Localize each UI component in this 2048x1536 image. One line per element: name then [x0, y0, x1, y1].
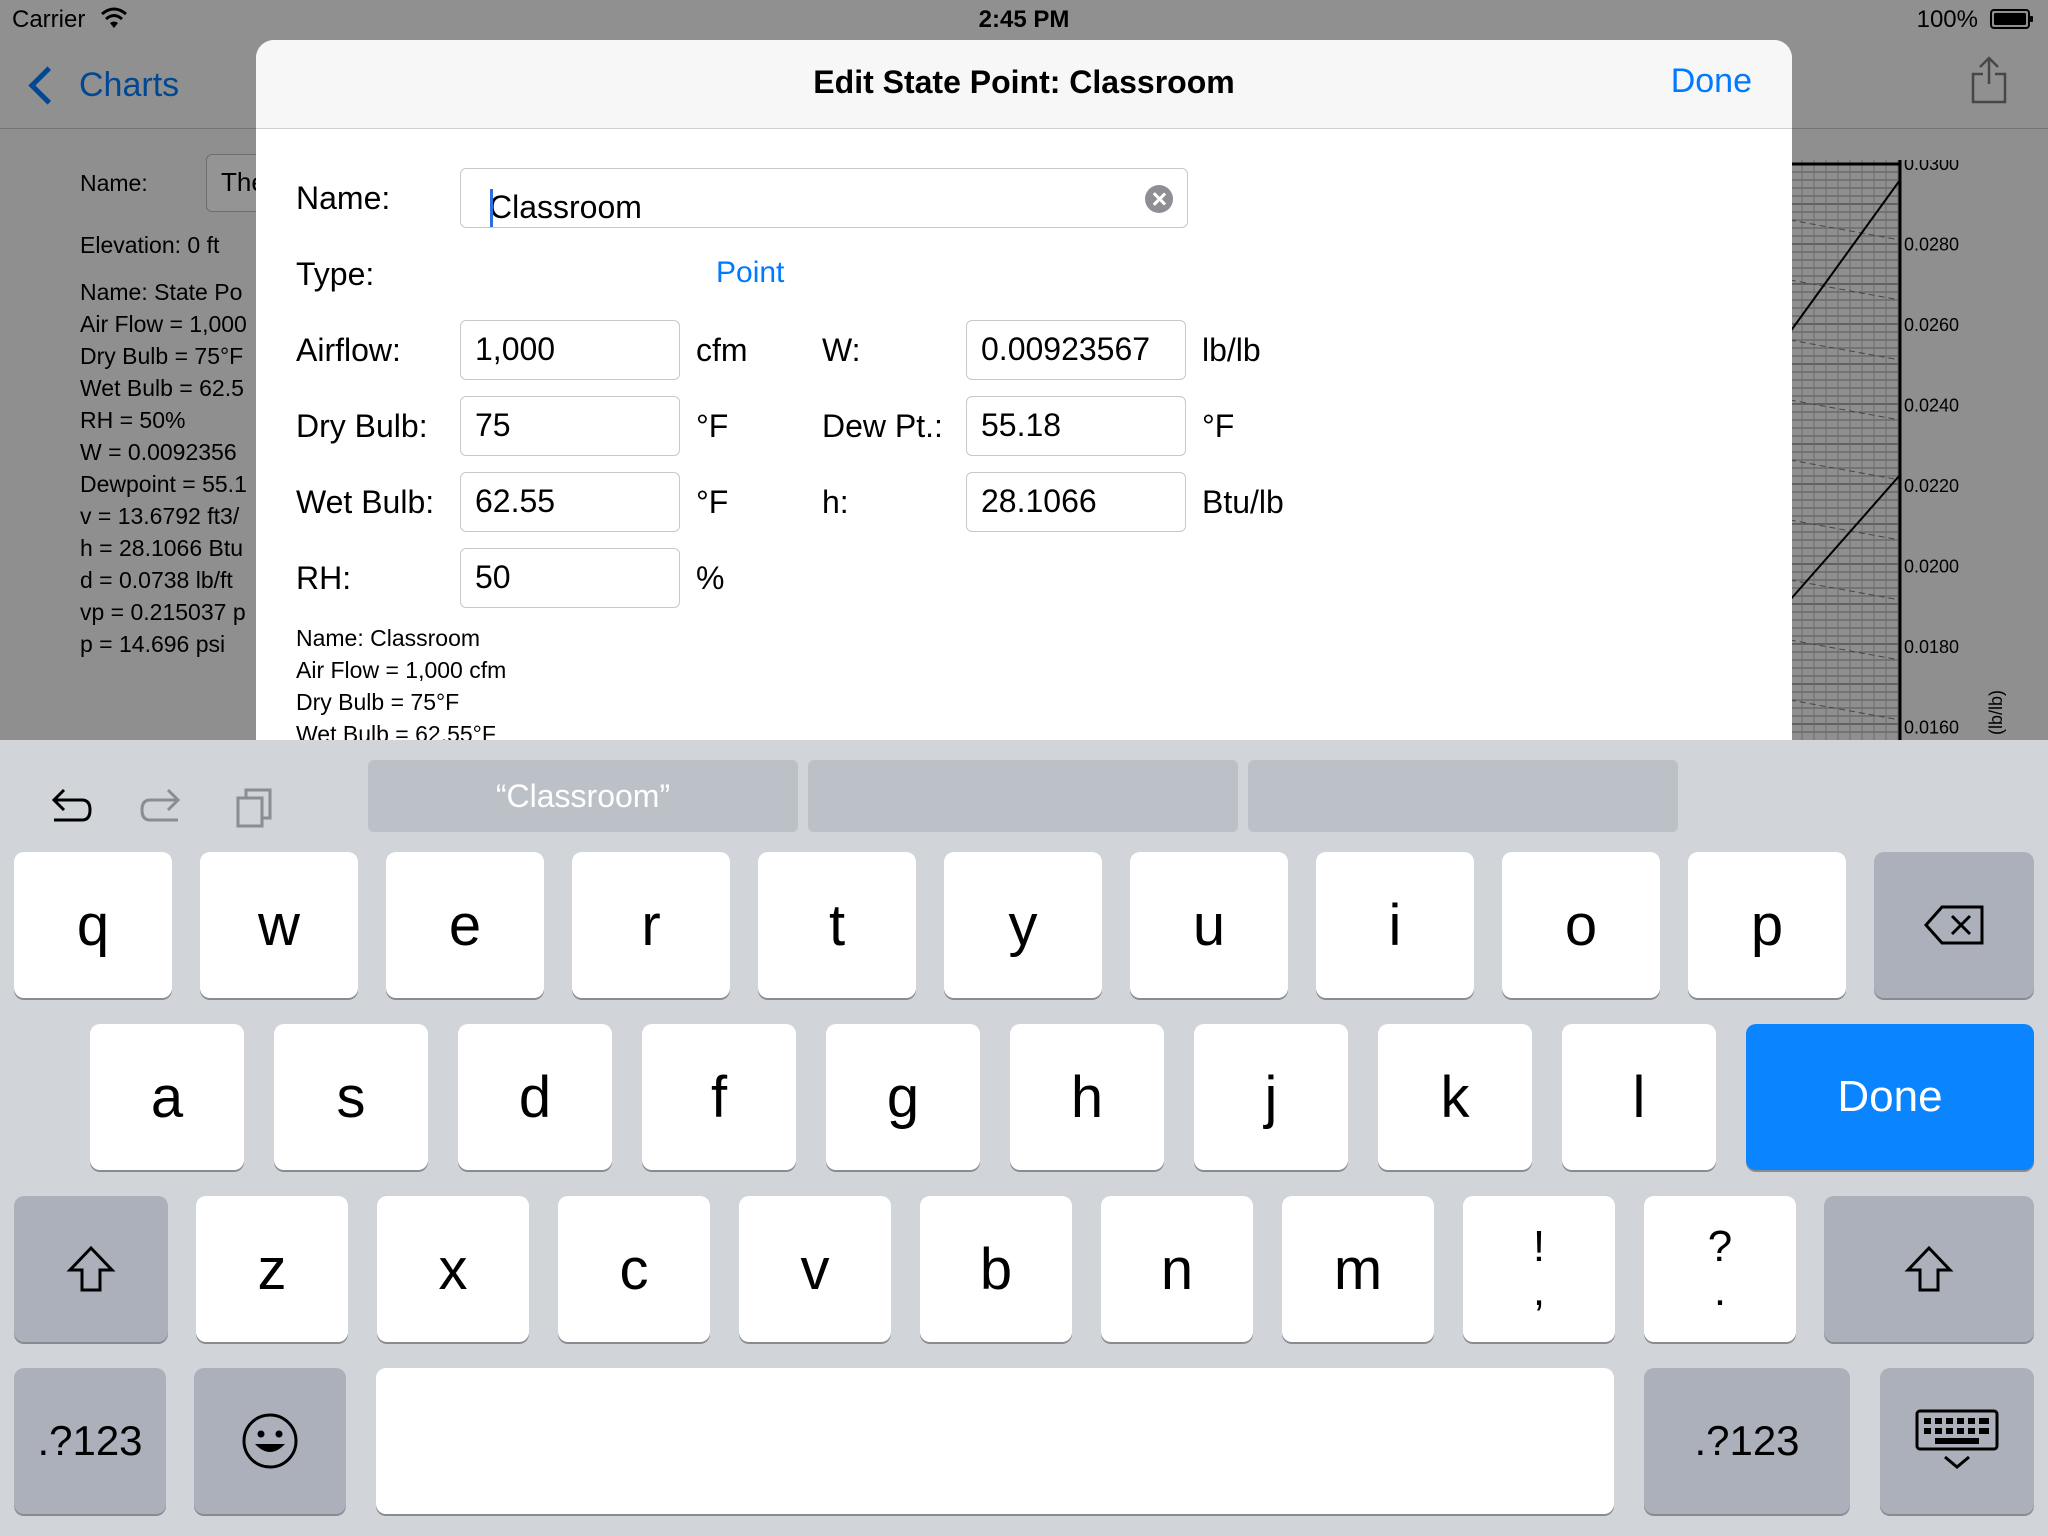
w-input[interactable]: 0.00923567: [966, 320, 1186, 380]
enthalpy-unit: Btu/lb: [1202, 484, 1284, 520]
name-input[interactable]: Classroom: [460, 168, 1188, 228]
space-bar[interactable]: [376, 1368, 1614, 1514]
w-unit: lb/lb: [1202, 332, 1261, 368]
key-row3-1[interactable]: x: [377, 1196, 529, 1342]
key-row3-0[interactable]: z: [196, 1196, 348, 1342]
text-cursor: [490, 189, 493, 227]
key-row2-3[interactable]: f: [642, 1024, 796, 1170]
key-row2-2[interactable]: d: [458, 1024, 612, 1170]
wet-bulb-unit: °F: [696, 484, 729, 520]
shift-icon: [66, 1245, 116, 1292]
dry-bulb-input[interactable]: 75: [460, 396, 680, 456]
key-row3-7[interactable]: ! ,: [1463, 1196, 1615, 1342]
summary-line: Wet Bulb = 62.55°F: [296, 721, 496, 740]
key-row2-8[interactable]: l: [1562, 1024, 1716, 1170]
dew-point-unit: °F: [1202, 408, 1235, 444]
modal-header: Edit State Point: Classroom Done: [256, 40, 1792, 129]
rh-unit: %: [696, 560, 725, 596]
key-row2-6[interactable]: j: [1194, 1024, 1348, 1170]
hide-keyboard-key[interactable]: [1880, 1368, 2034, 1514]
type-label: Type:: [296, 256, 375, 292]
key-row2-0[interactable]: a: [90, 1024, 244, 1170]
summary-line: Air Flow = 1,000 cfm: [296, 657, 507, 683]
keyboard-done-key[interactable]: Done: [1746, 1024, 2034, 1170]
enthalpy-input[interactable]: 28.1066: [966, 472, 1186, 532]
dry-bulb-unit: °F: [696, 408, 729, 444]
key-row1-1[interactable]: w: [200, 852, 358, 998]
key-row3-5[interactable]: n: [1101, 1196, 1253, 1342]
modal-done-button[interactable]: Done: [1671, 62, 1752, 101]
clear-text-icon[interactable]: [1145, 185, 1173, 213]
summary-line: Name: Classroom: [296, 625, 481, 651]
keyboard-dismiss-icon: [1915, 1409, 1999, 1469]
enthalpy-label: h:: [822, 484, 849, 520]
key-row1-2[interactable]: e: [386, 852, 544, 998]
status-bar: Carrier 2:45 PM 100%: [0, 0, 2048, 40]
battery-icon: [1990, 9, 2033, 29]
dry-bulb-label: Dry Bulb:: [296, 408, 428, 444]
numbers-key-left[interactable]: .?123: [14, 1368, 166, 1514]
airflow-unit: cfm: [696, 332, 748, 368]
key-row3-6[interactable]: m: [1282, 1196, 1434, 1342]
airflow-label: Airflow:: [296, 332, 401, 368]
undo-icon[interactable]: [46, 784, 94, 832]
key-row2-7[interactable]: k: [1378, 1024, 1532, 1170]
rh-input[interactable]: 50: [460, 548, 680, 608]
key-row1-4[interactable]: t: [758, 852, 916, 998]
dew-point-label: Dew Pt.:: [822, 408, 943, 444]
key-row2-5[interactable]: h: [1010, 1024, 1164, 1170]
summary-line: Dry Bulb = 75°F: [296, 689, 460, 715]
wet-bulb-input[interactable]: 62.55: [460, 472, 680, 532]
key-row1-8[interactable]: o: [1502, 852, 1660, 998]
emoji-key[interactable]: [194, 1368, 346, 1514]
type-selector[interactable]: Point: [716, 256, 784, 290]
clock: 2:45 PM: [978, 6, 1070, 33]
airflow-input[interactable]: 1,000: [460, 320, 680, 380]
edit-state-point-modal: Edit State Point: Classroom Done Name: C…: [256, 40, 1792, 740]
name-label: Name:: [296, 180, 391, 216]
on-screen-keyboard: “Classroom” Done .?123 .?123 q w e r t y…: [0, 740, 2048, 1536]
dew-point-input[interactable]: 55.18: [966, 396, 1186, 456]
shift-icon: [1904, 1245, 1954, 1292]
numbers-key-right[interactable]: .?123: [1644, 1368, 1850, 1514]
paste-icon[interactable]: [232, 784, 280, 832]
key-row1-3[interactable]: r: [572, 852, 730, 998]
key-row1-6[interactable]: u: [1130, 852, 1288, 998]
shift-left-key[interactable]: [14, 1196, 168, 1342]
modal-title: Edit State Point: Classroom: [813, 64, 1235, 100]
suggestion-1[interactable]: “Classroom”: [368, 760, 798, 832]
key-row3-3[interactable]: v: [739, 1196, 891, 1342]
suggestion-3[interactable]: [1248, 760, 1678, 832]
key-row1-9[interactable]: p: [1688, 852, 1846, 998]
key-row2-1[interactable]: s: [274, 1024, 428, 1170]
delete-key[interactable]: [1874, 852, 2034, 998]
backspace-icon: [1923, 905, 1984, 945]
key-row1-0[interactable]: q: [14, 852, 172, 998]
redo-icon[interactable]: [138, 784, 186, 832]
rh-label: RH:: [296, 560, 352, 596]
state-point-summary: Name: Classroom Air Flow = 1,000 cfm Dry…: [296, 622, 506, 740]
emoji-icon: [242, 1413, 298, 1469]
key-row3-4[interactable]: b: [920, 1196, 1072, 1342]
w-label: W:: [822, 332, 861, 368]
shift-right-key[interactable]: [1824, 1196, 2034, 1342]
wet-bulb-label: Wet Bulb:: [296, 484, 435, 520]
key-row1-5[interactable]: y: [944, 852, 1102, 998]
battery-percentage: 100%: [1916, 6, 1978, 33]
key-row3-8[interactable]: ? .: [1644, 1196, 1796, 1342]
key-row3-2[interactable]: c: [558, 1196, 710, 1342]
key-row1-7[interactable]: i: [1316, 852, 1474, 998]
key-row2-4[interactable]: g: [826, 1024, 980, 1170]
suggestion-2[interactable]: [808, 760, 1238, 832]
